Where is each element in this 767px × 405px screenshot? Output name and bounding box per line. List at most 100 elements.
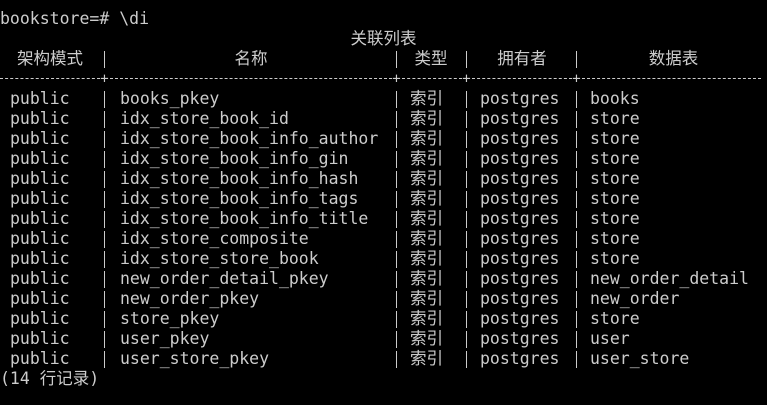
column-separator — [396, 111, 397, 128]
cell-schema: public — [10, 149, 70, 168]
column-separator — [466, 251, 467, 268]
table-row: public idx_store_store_book 索引 postgres stor… — [0, 249, 767, 269]
divider-plus: + — [100, 71, 109, 87]
column-separator — [466, 51, 467, 68]
column-separator — [396, 131, 397, 148]
column-separator — [104, 331, 105, 348]
table-row: public books_pkey 索引 postgres books — [0, 89, 767, 109]
column-separator — [104, 171, 105, 188]
cell-schema: public — [10, 289, 70, 308]
column-separator — [396, 311, 397, 328]
column-separator — [104, 311, 105, 328]
column-separator — [466, 211, 467, 228]
column-separator — [576, 251, 577, 268]
column-separator — [104, 231, 105, 248]
cell-name: idx_store_composite — [120, 229, 309, 248]
column-separator — [104, 291, 105, 308]
command-prompt: bookstore=# \di — [0, 9, 150, 28]
column-separator — [466, 291, 467, 308]
column-separator — [396, 271, 397, 288]
table-header-row: 架构模式 名称 类型 拥有者 数据表 — [0, 49, 767, 69]
cell-name: idx_store_store_book — [120, 249, 319, 268]
cell-table: store — [590, 149, 640, 168]
column-separator — [104, 91, 105, 108]
cell-type: 索引 — [410, 309, 443, 328]
column-separator — [396, 191, 397, 208]
cell-table: store — [590, 129, 640, 148]
cell-owner: postgres — [480, 229, 560, 248]
table-title: 关联列表 — [350, 29, 417, 48]
cell-name: idx_store_book_info_author — [120, 129, 379, 148]
cell-table: store — [590, 209, 640, 228]
column-separator — [396, 331, 397, 348]
column-separator — [466, 271, 467, 288]
cell-table: store — [590, 249, 640, 268]
column-separator — [466, 351, 467, 368]
cell-name: user_pkey — [120, 329, 210, 348]
cell-schema: public — [10, 349, 70, 368]
column-separator — [104, 131, 105, 148]
divider-segment — [0, 78, 100, 79]
header-type: 类型 — [414, 49, 448, 68]
divider-plus: + — [462, 71, 471, 87]
cell-type: 索引 — [410, 189, 443, 208]
cell-type: 索引 — [410, 149, 443, 168]
cell-schema: public — [10, 169, 70, 188]
column-separator — [576, 231, 577, 248]
column-separator — [104, 51, 105, 68]
table-row: public idx_store_book_info_hash 索引 postgres… — [0, 169, 767, 189]
table-row: public new_order_detail_pkey 索引 postgres new… — [0, 269, 767, 289]
header-schema: 架构模式 — [17, 49, 83, 68]
cell-type: 索引 — [410, 129, 443, 148]
cell-type: 索引 — [410, 89, 443, 108]
cell-type: 索引 — [410, 329, 443, 348]
divider-segment — [582, 78, 761, 79]
table-row: public idx_store_composite 索引 postgres store — [0, 229, 767, 249]
column-separator — [104, 351, 105, 368]
column-separator — [104, 211, 105, 228]
column-separator — [466, 231, 467, 248]
column-separator — [466, 111, 467, 128]
cell-owner: postgres — [480, 329, 560, 348]
divider-segment — [110, 78, 392, 79]
cell-type: 索引 — [410, 229, 443, 248]
column-separator — [396, 171, 397, 188]
header-table: 数据表 — [648, 49, 699, 68]
divider-segment — [472, 78, 572, 79]
cell-schema: public — [10, 249, 70, 268]
table-title-line: 关联列表 — [0, 29, 767, 49]
cell-table: user_store — [590, 349, 690, 368]
footer-line: (14 行记录) — [0, 369, 767, 389]
column-separator — [396, 291, 397, 308]
column-separator — [396, 231, 397, 248]
cell-schema: public — [10, 209, 70, 228]
cell-table: store — [590, 109, 640, 128]
cell-name: new_order_pkey — [120, 289, 260, 308]
column-separator — [576, 211, 577, 228]
cell-schema: public — [10, 309, 70, 328]
column-separator — [396, 251, 397, 268]
cell-table: store — [590, 169, 640, 188]
cell-owner: postgres — [480, 109, 560, 128]
table-row: public user_pkey 索引 postgres user — [0, 329, 767, 349]
table-row: public user_store_pkey 索引 postgres user_stor… — [0, 349, 767, 369]
terminal-window[interactable]: bookstore=# \di 关联列表 架构模式 名称 类型 拥有者 数据表 … — [0, 0, 767, 405]
column-separator — [576, 191, 577, 208]
column-separator — [396, 151, 397, 168]
column-separator — [576, 311, 577, 328]
cell-type: 索引 — [410, 109, 443, 128]
column-separator — [466, 311, 467, 328]
cell-schema: public — [10, 89, 70, 108]
column-separator — [576, 171, 577, 188]
column-separator — [104, 251, 105, 268]
column-separator — [576, 111, 577, 128]
cell-owner: postgres — [480, 149, 560, 168]
cell-name: store_pkey — [120, 309, 220, 328]
table-row: public idx_store_book_info_tags 索引 postgres… — [0, 189, 767, 209]
column-separator — [576, 271, 577, 288]
cell-table: user — [590, 329, 630, 348]
cell-owner: postgres — [480, 129, 560, 148]
table-row: public idx_store_book_id 索引 postgres store — [0, 109, 767, 129]
cell-table: store — [590, 309, 640, 328]
column-separator — [466, 91, 467, 108]
